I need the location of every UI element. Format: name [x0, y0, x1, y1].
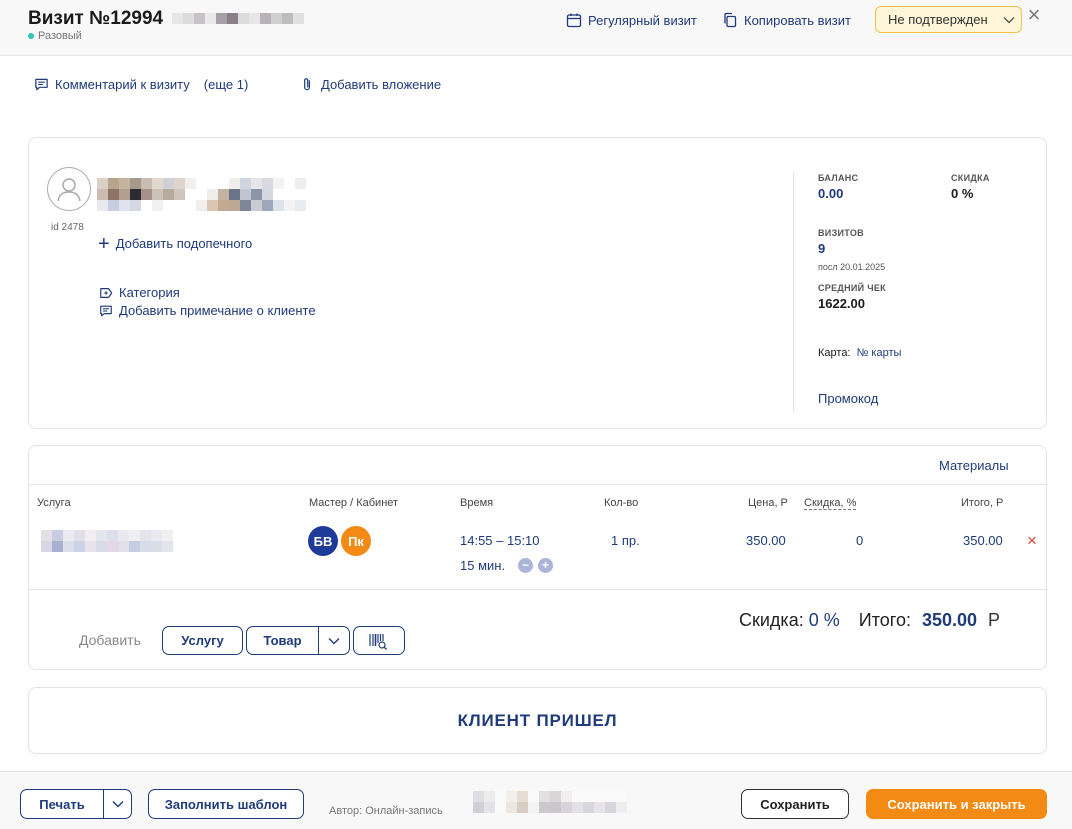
barcode-scan-button[interactable]	[353, 626, 405, 655]
regular-visit-label: Регулярный визит	[588, 12, 697, 28]
category-link[interactable]: Категория	[99, 285, 180, 300]
table-footer-divider	[29, 589, 1046, 590]
blurred-client-info	[97, 178, 325, 211]
paperclip-icon	[304, 78, 310, 91]
save-and-close-button[interactable]: Сохранить и закрыть	[866, 789, 1047, 819]
service-total: 350.00	[963, 533, 1003, 548]
client-arrived-label: КЛИЕНТ ПРИШЕЛ	[457, 710, 618, 730]
comment-icon	[35, 78, 48, 91]
print-options-dropdown[interactable]	[103, 789, 132, 819]
visit-comment-label: Комментарий к визиту	[55, 77, 190, 92]
duration-increase-button[interactable]: +	[538, 558, 553, 573]
category-label: Категория	[119, 285, 180, 300]
add-product-dropdown[interactable]	[318, 626, 350, 655]
add-service-button[interactable]: Услугу	[162, 626, 243, 655]
add-attachment-link[interactable]: Добавить вложение	[300, 77, 441, 92]
copy-visit-label: Копировать визит	[744, 12, 851, 28]
discount-value: 0 %	[951, 186, 974, 201]
service-duration: 15 мин.	[460, 558, 506, 573]
blurred-service-name[interactable]	[41, 530, 173, 552]
author-label: Автор: Онлайн-запись	[329, 805, 443, 817]
blurred-client-name	[172, 12, 304, 27]
status-value: Не подтвержден	[888, 12, 988, 27]
balance-value: 0.00	[818, 186, 844, 201]
add-product-button[interactable]: Товар	[246, 626, 319, 655]
stats-divider	[793, 172, 794, 412]
card-row: Карта: № карты	[818, 347, 901, 359]
col-price: Цена, Р	[748, 497, 788, 509]
summary-discount-label: Скидка:	[739, 610, 804, 630]
client-id: id 2478	[51, 222, 84, 233]
client-arrived-button[interactable]: КЛИЕНТ ПРИШЕЛ	[28, 687, 1047, 754]
blurred-author-name	[473, 791, 627, 813]
add-client-note-label: Добавить примечание о клиенте	[119, 303, 316, 318]
plus-icon: +	[98, 232, 110, 255]
add-client-note-link[interactable]: Добавить примечание о клиенте	[99, 303, 316, 318]
master-avatar[interactable]: БВ	[308, 526, 338, 556]
card-label: Карта:	[818, 347, 851, 359]
visit-type-label: Разовый	[38, 30, 82, 42]
duration-decrease-button[interactable]: −	[518, 558, 533, 573]
visit-title: Визит №12994	[28, 8, 164, 29]
col-service: Услуга	[37, 497, 71, 509]
status-dropdown[interactable]: Не подтвержден	[875, 6, 1022, 33]
chevron-down-icon	[1003, 16, 1015, 23]
comment-icon	[100, 305, 112, 316]
visit-comment-link[interactable]: Комментарий к визиту (еще 1)	[34, 77, 248, 92]
copy-visit-link[interactable]: Копировать визит	[722, 12, 851, 28]
card-number-link[interactable]: № карты	[857, 347, 902, 359]
calendar-icon	[566, 13, 582, 28]
service-discount[interactable]: 0	[856, 533, 863, 548]
add-ward-label: Добавить подопечного	[115, 236, 253, 251]
visit-type: Разовый	[28, 30, 82, 42]
add-label: Добавить	[79, 632, 141, 648]
add-attachment-label: Добавить вложение	[321, 77, 442, 92]
discount-label: СКИДКА	[951, 173, 990, 183]
service-time[interactable]: 14:55 – 15:10	[460, 533, 540, 548]
tag-icon	[100, 287, 113, 298]
materials-link[interactable]: Материалы	[939, 458, 1009, 473]
summary-discount-value: 0 %	[808, 610, 840, 630]
summary-row: Скидка: 0 % Итого: 350.00 Р	[739, 610, 1000, 631]
col-master: Мастер / Кабинет	[309, 497, 399, 509]
user-icon	[57, 178, 81, 202]
balance-label: БАЛАНС	[818, 173, 859, 183]
col-total: Итого, Р	[961, 497, 1004, 509]
visit-header: Визит №12994 Разовый Регулярный визит Ко…	[0, 0, 1072, 56]
last-visit-date: посл 20.01.2025	[818, 262, 886, 272]
cabinet-avatar[interactable]: Пк	[341, 526, 371, 556]
service-price[interactable]: 350.00	[746, 533, 786, 548]
visits-value: 9	[818, 241, 826, 256]
table-header-divider	[29, 484, 1046, 485]
barcode-icon	[369, 633, 387, 650]
chevron-down-icon	[112, 801, 123, 808]
avg-check-label: СРЕДНИЙ ЧЕК	[818, 283, 886, 293]
col-time: Время	[460, 497, 494, 509]
client-avatar	[47, 167, 91, 211]
add-ward-link[interactable]: + Добавить подопечного	[98, 232, 253, 255]
save-button[interactable]: Сохранить	[741, 789, 849, 819]
close-icon[interactable]: ×	[1024, 4, 1044, 26]
chevron-down-icon	[328, 637, 340, 644]
service-qty[interactable]: 1 пр.	[611, 533, 640, 548]
visit-comment-more: (еще 1)	[203, 77, 249, 92]
avg-check-value: 1622.00	[818, 296, 865, 311]
col-qty: Кол-во	[604, 497, 639, 509]
summary-total-value: 350.00	[921, 610, 978, 630]
visits-label: ВИЗИТОВ	[818, 228, 864, 238]
summary-currency: Р	[988, 610, 1001, 630]
delete-service-icon[interactable]: ×	[1027, 531, 1037, 551]
fill-template-button[interactable]: Заполнить шаблон	[148, 789, 304, 819]
col-discount[interactable]: Скидка, %	[804, 497, 857, 510]
visit-type-dot	[28, 33, 34, 39]
promo-link[interactable]: Промокод	[818, 391, 878, 406]
copy-icon	[724, 12, 737, 28]
summary-total-label: Итого:	[858, 610, 911, 630]
print-button[interactable]: Печать	[20, 789, 104, 819]
regular-visit-link[interactable]: Регулярный визит	[566, 12, 697, 28]
